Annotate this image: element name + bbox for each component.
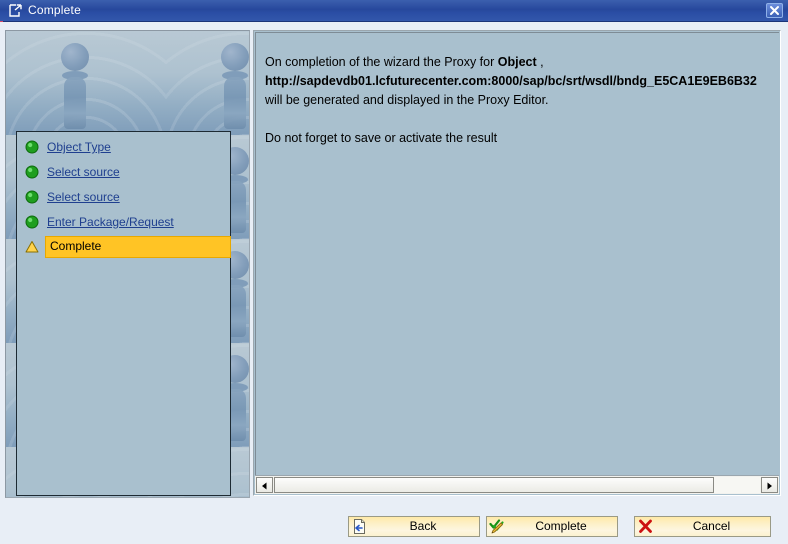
main-content-panel: On completion of the wizard the Proxy fo… <box>253 30 781 496</box>
wizard-roadmap-sidebar: Object Type Select source Select source … <box>5 30 250 498</box>
complete-button[interactable]: Complete <box>486 516 618 537</box>
message-line-4: Do not forget to save or activate the re… <box>265 131 498 145</box>
back-document-icon <box>351 518 368 535</box>
green-status-ball-icon <box>25 215 39 229</box>
sidebar-item-select-source-2[interactable]: Select source <box>17 185 232 210</box>
wizard-window: Complete Object Type Select source Selec… <box>0 0 788 544</box>
message-line-1-suffix: , <box>536 55 544 69</box>
message-url: http://sapdevdb01.lcfuturecenter.com:800… <box>265 74 757 88</box>
sidebar-item-complete[interactable]: Complete <box>17 235 232 260</box>
message-spacer <box>265 110 779 129</box>
message-line-1-prefix: On completion of the wizard the Proxy fo… <box>265 55 498 69</box>
scroll-right-arrow-icon[interactable] <box>761 477 778 493</box>
completion-message: On completion of the wizard the Proxy fo… <box>265 53 779 148</box>
message-line-1: On completion of the wizard the Proxy fo… <box>265 53 779 72</box>
sidebar-item-object-type[interactable]: Object Type <box>17 135 232 160</box>
close-button[interactable] <box>766 3 783 18</box>
title-bar: Complete <box>0 0 788 22</box>
sidebar-item-label: Select source <box>47 190 120 204</box>
back-button[interactable]: Back <box>348 516 480 537</box>
sidebar-item-enter-package-request[interactable]: Enter Package/Request <box>17 210 232 235</box>
sidebar-item-select-source-1[interactable]: Select source <box>17 160 232 185</box>
close-icon <box>770 6 779 15</box>
scroll-left-arrow-icon[interactable] <box>256 477 273 493</box>
window-export-icon <box>8 3 23 18</box>
message-object-bold: Object <box>497 55 537 69</box>
main-content-inner: On completion of the wizard the Proxy fo… <box>255 32 779 475</box>
roadmap-steps-panel: Object Type Select source Select source … <box>16 131 231 496</box>
horizontal-scrollbar[interactable] <box>255 475 779 494</box>
sidebar-item-label: Enter Package/Request <box>47 215 174 229</box>
cancel-button[interactable]: Cancel <box>634 516 771 537</box>
green-status-ball-icon <box>25 165 39 179</box>
footer-button-bar: Back Complete Cancel <box>0 505 788 544</box>
message-line-3: will be generated and displayed in the P… <box>265 93 549 107</box>
window-title: Complete <box>28 3 81 17</box>
sidebar-item-label: Select source <box>47 165 120 179</box>
client-area: Object Type Select source Select source … <box>0 22 788 544</box>
red-x-icon <box>637 518 654 535</box>
scrollbar-thumb[interactable] <box>274 477 714 493</box>
sidebar-item-label: Object Type <box>47 140 111 154</box>
sidebar-item-label: Complete <box>50 239 102 253</box>
green-status-ball-icon <box>25 140 39 154</box>
back-button-label: Back <box>409 519 437 533</box>
scrollbar-track[interactable] <box>274 477 760 493</box>
green-double-check-pencil-icon <box>489 518 506 535</box>
complete-button-label: Complete <box>535 519 587 533</box>
cancel-button-label: Cancel <box>692 519 731 533</box>
green-status-ball-icon <box>25 190 39 204</box>
yellow-warning-triangle-icon <box>25 240 39 254</box>
